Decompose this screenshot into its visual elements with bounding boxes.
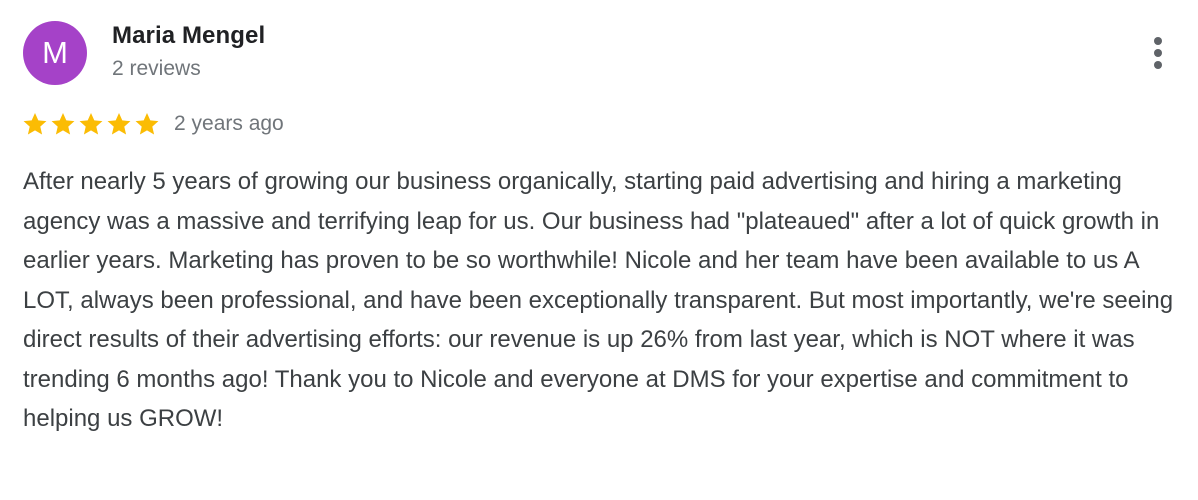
star-icon bbox=[23, 112, 47, 135]
star-icon bbox=[51, 112, 75, 135]
author-review-count[interactable]: 2 reviews bbox=[112, 57, 201, 81]
more-vert-icon bbox=[1154, 37, 1162, 69]
rating-row: 2 years ago bbox=[22, 109, 284, 139]
star-icon bbox=[107, 112, 131, 135]
author-name[interactable]: Maria Mengel bbox=[112, 22, 265, 50]
star-rating bbox=[22, 111, 160, 137]
review-card: M Maria Mengel 2 reviews 2 years ago Aft… bbox=[0, 0, 1198, 500]
avatar[interactable]: M bbox=[23, 21, 87, 85]
avatar-initial: M bbox=[42, 35, 68, 70]
review-date: 2 years ago bbox=[174, 112, 284, 135]
star-icon bbox=[79, 112, 103, 135]
review-text: After nearly 5 years of growing our busi… bbox=[23, 168, 1174, 432]
more-options-button[interactable] bbox=[1138, 33, 1178, 73]
star-icon bbox=[135, 112, 159, 135]
